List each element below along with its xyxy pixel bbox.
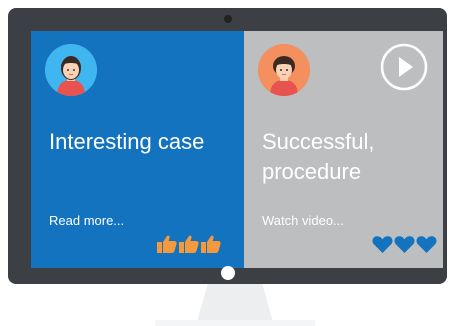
- thumbs-up-icon[interactable]: [157, 235, 177, 253]
- play-video-icon[interactable]: [380, 43, 428, 91]
- avatar-icon: [258, 44, 310, 96]
- avatar-icon: [45, 44, 97, 96]
- reaction-icons: [157, 235, 221, 253]
- monitor-frame: Interesting case Read more... Successful…: [8, 8, 447, 284]
- thumbs-up-icon[interactable]: [201, 235, 221, 253]
- read-more-link[interactable]: Read more...: [49, 213, 124, 228]
- thumbs-up-icon[interactable]: [179, 235, 199, 253]
- monitor-stand: [197, 284, 273, 322]
- card-title: Interesting case: [49, 129, 205, 154]
- card-interesting-case[interactable]: Interesting case Read more...: [31, 31, 244, 268]
- heart-icon[interactable]: [372, 235, 393, 253]
- heart-icon[interactable]: [416, 235, 437, 253]
- reaction-icons: [372, 235, 437, 253]
- monitor-screen: Interesting case Read more... Successful…: [31, 31, 443, 268]
- watch-video-link[interactable]: Watch video...: [262, 213, 344, 228]
- monitor-base: [155, 320, 315, 326]
- heart-icon[interactable]: [394, 235, 415, 253]
- webcam-dot: [223, 15, 232, 23]
- power-button-dot: [220, 266, 235, 280]
- card-successful-procedure[interactable]: Successful, procedure Watch video...: [244, 31, 443, 268]
- card-title: Successful, procedure: [262, 129, 375, 184]
